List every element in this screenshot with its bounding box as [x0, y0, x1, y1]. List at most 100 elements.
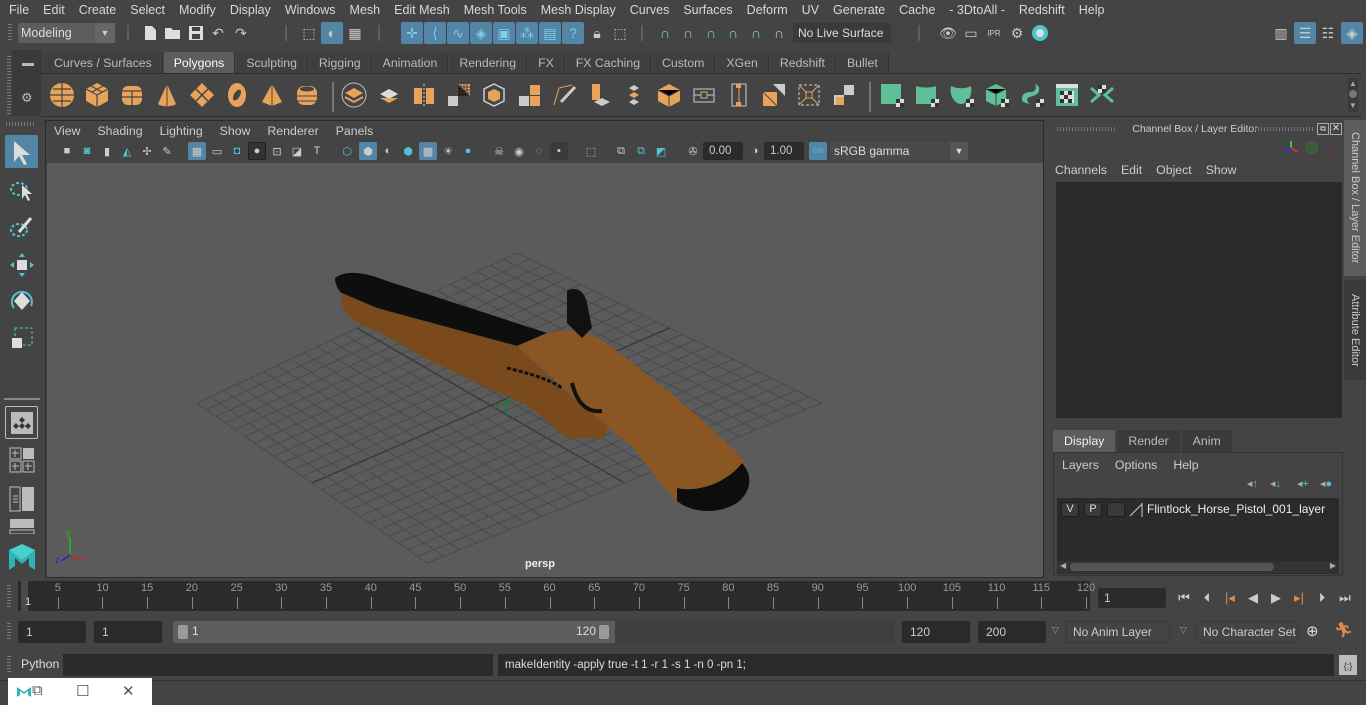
close-window-icon[interactable]: ✕	[122, 682, 135, 700]
tab-rendering[interactable]: Rendering	[449, 52, 528, 74]
select-tool-icon[interactable]	[5, 135, 38, 168]
gear-icon[interactable]: ⚙	[21, 90, 33, 106]
vp-menu-panels[interactable]: Panels	[336, 124, 381, 138]
camera-attributes-icon[interactable]: ◙	[78, 142, 96, 160]
move-layer-down-icon[interactable]: ◂↓	[1270, 477, 1281, 490]
move-layer-up-icon[interactable]: ◂↑	[1247, 477, 1258, 490]
tab-anim[interactable]: Anim	[1181, 430, 1232, 452]
menu-file[interactable]: File	[0, 3, 36, 17]
smooth-shade-icon[interactable]: ⬢	[359, 142, 377, 160]
panel-layout-icon[interactable]	[5, 516, 38, 536]
tab-polygons[interactable]: Polygons	[163, 52, 236, 74]
film-gate-icon[interactable]: ▭	[208, 142, 226, 160]
gamma-icon[interactable]: ◑	[746, 142, 764, 160]
vp-menu-show[interactable]: Show	[220, 124, 258, 138]
poly-plane-icon[interactable]	[187, 80, 217, 110]
uv-unfold-icon[interactable]	[1017, 80, 1047, 110]
hypershade-icon[interactable]	[1029, 22, 1051, 44]
menu-select[interactable]: Select	[123, 3, 172, 17]
vp-menu-renderer[interactable]: Renderer	[267, 124, 325, 138]
rotate-tool-icon[interactable]	[5, 284, 38, 317]
time-slider[interactable]: 1 5 10 15 20 25 30 35 40 45 50 55 60 65 70 75 80 85 90 95 1…	[18, 581, 1095, 611]
bookmark-icon[interactable]: ▮	[98, 142, 116, 160]
textured-icon[interactable]: ▩	[419, 142, 437, 160]
exposure-icon[interactable]: ✇	[684, 142, 702, 160]
outliner-layout-icon[interactable]	[5, 482, 38, 515]
auto-key-icon[interactable]: ↗	[1324, 142, 1334, 156]
step-back-frame-icon[interactable]: ⏴	[1197, 589, 1217, 607]
fill-hole-icon[interactable]	[654, 80, 684, 110]
restore-icon[interactable]: ⧉	[32, 682, 43, 699]
shelf-scroll[interactable]: ▲ ▼	[1348, 78, 1358, 112]
uv-planar-icon[interactable]	[877, 80, 907, 110]
menu-mesh-display[interactable]: Mesh Display	[534, 3, 623, 17]
lasso-tool-icon[interactable]	[5, 173, 38, 206]
vp-menu-view[interactable]: View	[54, 124, 87, 138]
camera-select-icon[interactable]: ■	[58, 142, 76, 160]
auto-key-toggle-icon[interactable]: ⊕	[1306, 622, 1319, 640]
magnet-point-icon[interactable]: ∩	[700, 22, 722, 44]
tab-render[interactable]: Render	[1117, 430, 1180, 452]
collapse-icon[interactable]	[689, 80, 719, 110]
menu-edit[interactable]: Edit	[36, 3, 72, 17]
playback-end-field[interactable]: 120	[902, 621, 970, 643]
menu-mesh-tools[interactable]: Mesh Tools	[457, 3, 534, 17]
select-hierarchy-icon[interactable]: ⬚	[298, 22, 320, 44]
triangulate-icon[interactable]	[759, 80, 789, 110]
drag-handle[interactable]	[7, 656, 11, 674]
layer-visibility-toggle[interactable]: V	[1061, 502, 1079, 517]
move-tool-icon[interactable]	[5, 248, 38, 281]
anim-layer-dropdown[interactable]: No Anim Layer	[1066, 621, 1170, 643]
poly-torus-icon[interactable]	[222, 80, 252, 110]
menu-set-dropdown[interactable]: Modeling ▼	[18, 23, 115, 43]
menu-cache[interactable]: Cache	[892, 3, 942, 17]
open-scene-icon[interactable]	[162, 22, 184, 44]
cb-menu-object[interactable]: Object	[1156, 160, 1192, 180]
uv-cylindrical-icon[interactable]	[912, 80, 942, 110]
menu-redshift[interactable]: Redshift	[1012, 3, 1072, 17]
target-weld-icon[interactable]	[619, 80, 649, 110]
animation-prefs-icon[interactable]: 🏃︎	[1334, 621, 1353, 639]
shadows-icon[interactable]: ●	[459, 142, 477, 160]
menu-mesh[interactable]: Mesh	[343, 3, 388, 17]
menu-edit-mesh[interactable]: Edit Mesh	[387, 3, 457, 17]
layer-row[interactable]: V P Flintlock_Horse_Pistol_001_layer	[1057, 498, 1339, 522]
vp-menu-shading[interactable]: Shading	[97, 124, 149, 138]
menu-generate[interactable]: Generate	[826, 3, 892, 17]
tab-display[interactable]: Display	[1053, 430, 1116, 452]
play-backward-icon[interactable]: ◀	[1243, 589, 1263, 607]
tab-custom[interactable]: Custom	[652, 52, 716, 74]
modeling-toolkit-icon[interactable]: ▥	[1270, 22, 1292, 44]
quadrangulate-icon[interactable]	[794, 80, 824, 110]
magnet-uv-icon[interactable]: ∩	[745, 22, 767, 44]
tab-fx[interactable]: FX	[528, 52, 565, 74]
poly-sphere-icon[interactable]	[47, 80, 77, 110]
view-transform-dropdown[interactable]: sRGB gamma ▼	[830, 142, 968, 160]
smooth-icon[interactable]	[444, 80, 474, 110]
menu-windows[interactable]: Windows	[278, 3, 343, 17]
menu-curves[interactable]: Curves	[623, 3, 677, 17]
step-forward-key-icon[interactable]: ▸|	[1289, 589, 1309, 607]
menu-uv[interactable]: UV	[795, 3, 826, 17]
poly-cone-icon[interactable]	[152, 80, 182, 110]
uv-spherical-icon[interactable]	[947, 80, 977, 110]
snap-edge-icon[interactable]: ⁂	[516, 22, 538, 44]
anim-layer-chevron-icon[interactable]: ▽	[1052, 625, 1059, 636]
le-menu-options[interactable]: Options	[1115, 455, 1157, 475]
animation-start-field[interactable]: 1	[18, 621, 86, 643]
combine-icon[interactable]	[339, 80, 369, 110]
channel-box-area[interactable]	[1056, 182, 1342, 418]
snap-projected-icon[interactable]: ◈	[470, 22, 492, 44]
wireframe-icon[interactable]: ⬡	[338, 142, 356, 160]
command-input[interactable]	[63, 654, 493, 676]
drag-handle[interactable]	[8, 24, 12, 42]
select-camera-icon[interactable]: ⬚	[609, 22, 631, 44]
layer-name[interactable]: Flintlock_Horse_Pistol_001_layer	[1147, 502, 1325, 516]
snap-curve-icon[interactable]: ⟨	[424, 22, 446, 44]
tool-settings-icon[interactable]: ☷	[1317, 22, 1339, 44]
lock-icon[interactable]: 🔒︎	[586, 22, 608, 44]
step-back-key-icon[interactable]: |◂	[1220, 589, 1240, 607]
use-all-lights-icon[interactable]: ☀	[439, 142, 457, 160]
separate-icon[interactable]	[374, 80, 404, 110]
play-forward-icon[interactable]: ▶	[1266, 589, 1286, 607]
